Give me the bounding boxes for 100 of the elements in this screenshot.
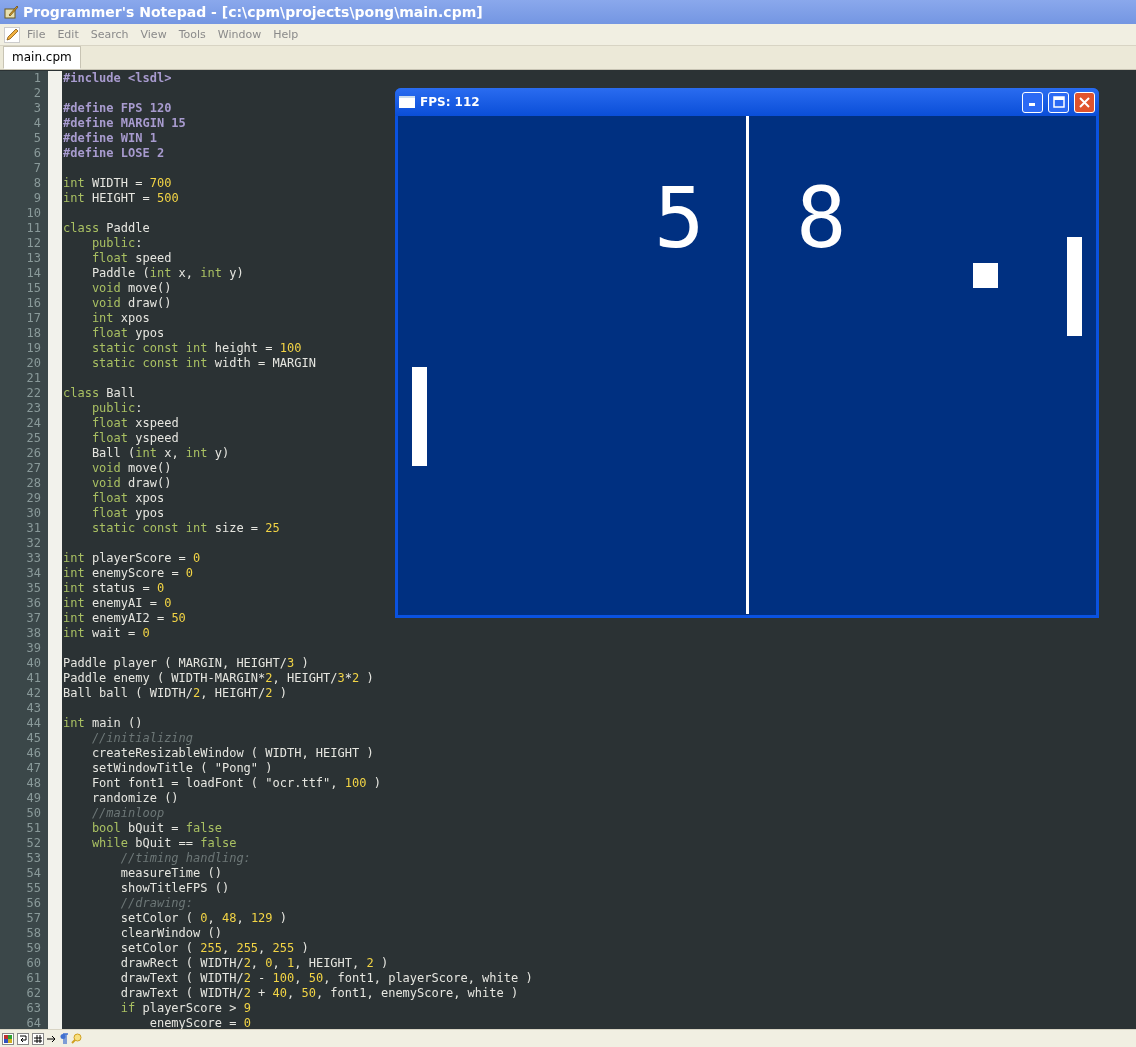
menu-item[interactable]: Search [85,26,134,43]
code-line: //initializing [90,731,194,746]
pencil-icon[interactable] [4,26,20,43]
line-number: 44 [25,716,42,731]
menu-item[interactable]: View [135,26,172,43]
line-number: 31 [25,521,42,536]
code-line: float ypos [90,326,165,341]
code-line: #define MARGIN 15 [62,116,186,131]
code-line: int main () [62,716,143,731]
line-number: 52 [25,836,42,851]
line-number: 41 [25,671,42,686]
pilcrow-icon[interactable] [60,1033,68,1044]
line-number: 13 [25,251,42,266]
line-number: 48 [25,776,42,791]
code-line: showTitleFPS () [119,881,230,896]
line-number: 62 [25,986,42,1001]
code-line: drawText ( WIDTH/2 - 100, 50, font1, playerScore, white ) [119,971,533,986]
grid-icon[interactable] [2,1032,14,1045]
line-number: 23 [25,401,42,416]
close-icon [1079,96,1090,108]
code-line: #include <lsdl> [62,71,172,86]
code-line: Ball (int x, int y) [90,446,230,461]
code-line: int xpos [90,311,150,326]
code-line: //mainloop [90,806,165,821]
menu-item[interactable]: Tools [173,26,211,43]
enemy-score: 8 [796,176,847,260]
code-line: static const int size = 25 [90,521,280,536]
code-line: Ball ball ( WIDTH/2, HEIGHT/2 ) [62,686,287,701]
line-number: 17 [25,311,42,326]
line-number: 10 [25,206,42,221]
line-number: 60 [25,956,42,971]
code-line: void move() [90,281,172,296]
line-number: 18 [25,326,42,341]
game-window-title: FPS: 112 [420,95,481,109]
code-line: if playerScore > 9 [119,1001,251,1016]
line-number: 16 [25,296,42,311]
code-line: drawRect ( WIDTH/2, 0, 1, HEIGHT, 2 ) [119,956,389,971]
code-line: Font font1 = loadFont ( "ocr.ttf", 100 ) [90,776,381,791]
code-line: Paddle player ( MARGIN, HEIGHT/3 ) [62,656,309,671]
code-line: setWindowTitle ( "Pong" ) [90,761,273,776]
line-number: 33 [25,551,42,566]
line-number: 45 [25,731,42,746]
line-number: 47 [25,761,42,776]
code-line: int enemyAI2 = 50 [62,611,186,626]
line-number: 19 [25,341,42,356]
line-number: 5 [32,131,42,146]
line-number: 38 [25,626,42,641]
player-score: 5 [654,176,705,260]
window-icon [399,96,415,108]
hash-icon[interactable] [32,1032,44,1045]
line-number: 30 [25,506,42,521]
menu-item[interactable]: Window [212,26,267,43]
line-number: 37 [25,611,42,626]
line-number: 54 [25,866,42,881]
line-number: 28 [25,476,42,491]
line-number: 57 [25,911,42,926]
code-line: int status = 0 [62,581,165,596]
line-number: 53 [25,851,42,866]
arrow-icon[interactable] [47,1034,57,1043]
code-line: bool bQuit = false [90,821,222,836]
code-line: drawText ( WIDTH/2 + 40, 50, font1, enemyScore, white ) [119,986,519,1001]
line-number: 14 [25,266,42,281]
word-wrap-icon[interactable] [17,1032,29,1045]
code-line: float yspeed [90,431,179,446]
code-line: void move() [90,461,172,476]
code-line: //timing handling: [119,851,251,866]
code-line: Paddle (int x, int y) [90,266,244,281]
minimize-button[interactable] [1022,91,1043,113]
line-number: 32 [25,536,42,551]
notepad-pen-icon [3,4,19,20]
code-line: float xpos [90,491,165,506]
menu-item[interactable]: Help [268,26,304,43]
code-line: Paddle enemy ( WIDTH-MARGIN*2, HEIGHT/3*2 ) [62,671,374,686]
maximize-button[interactable] [1048,91,1069,113]
line-number: 7 [32,161,42,176]
code-line: #define LOSE 2 [62,146,165,161]
code-line: class Paddle [62,221,150,236]
line-number: 49 [25,791,42,806]
code-line: static const int height = 100 [90,341,302,356]
line-number: 6 [32,146,42,161]
line-number: 20 [25,356,42,371]
line-number: 64 [25,1016,42,1029]
line-number: 50 [25,806,42,821]
maximize-icon [1052,96,1065,108]
line-number: 8 [32,176,42,191]
line-number: 46 [25,746,42,761]
line-number: 59 [25,941,42,956]
line-number: 22 [25,386,42,401]
code-line: void draw() [90,476,172,491]
code-line: public: [90,236,143,251]
line-number: 51 [25,821,42,836]
code-line: clearWindow () [119,926,222,941]
line-number: 26 [25,446,42,461]
menu-item[interactable]: File [22,26,51,43]
close-button[interactable] [1074,91,1095,113]
line-number: 42 [25,686,42,701]
file-tab[interactable]: main.cpm [3,46,81,69]
menu-item[interactable]: Edit [52,26,84,43]
line-number: 24 [25,416,42,431]
code-line: int enemyAI = 0 [62,596,172,611]
